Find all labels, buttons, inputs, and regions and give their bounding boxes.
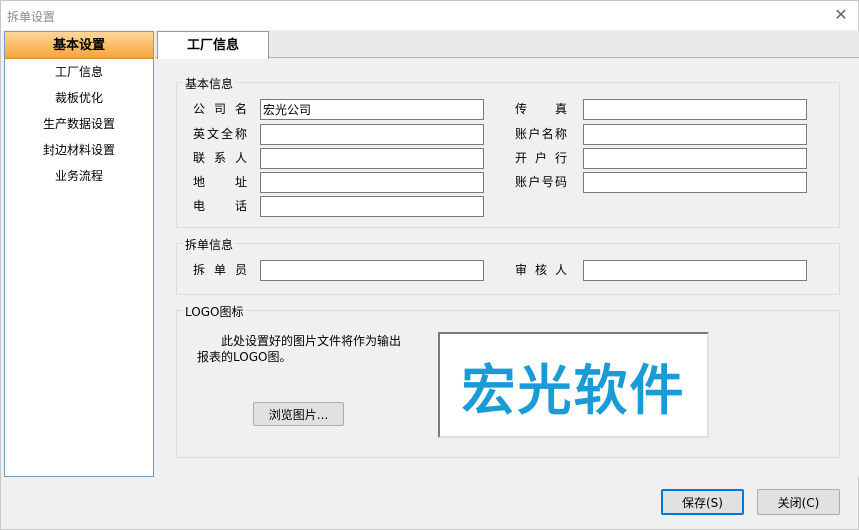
window-title: 拆单设置 [7,10,56,24]
basic-info-title: 基本信息 [183,75,236,92]
splitter-field[interactable] [260,260,484,281]
sidebar-item-cutting-optimization[interactable]: 裁板优化 [5,85,153,111]
sidebar-item-factory-info[interactable]: 工厂信息 [5,59,153,85]
bank-label: 开户行 [515,151,567,165]
account-number-label: 账户号码 [515,175,567,189]
settings-window: 拆单设置 ✕ 基本设置 工厂信息 裁板优化 生产数据设置 封边材料设置 业务流程… [0,0,859,530]
sidebar-item-edge-banding[interactable]: 封边材料设置 [5,137,153,163]
english-name-field[interactable] [260,124,484,145]
title-bar: 拆单设置 ✕ [1,1,858,30]
phone-field[interactable] [260,196,484,217]
contact-field[interactable] [260,148,484,169]
phone-label: 电话 [193,199,247,213]
account-name-field[interactable] [583,124,807,145]
logo-preview: 宏光软件 [438,332,709,438]
logo-group: LOGO图标 此处设置好的图片文件将作为输出报表的LOGO图。 浏览图片... … [176,303,840,458]
tab-panel: 基本信息 公司名 传真 英文全称 账户名称 联系人 开户行 地址 账户号码 电话 [155,59,859,477]
company-name-field[interactable] [260,99,484,120]
split-info-title: 拆单信息 [183,236,236,253]
sidebar: 基本设置 工厂信息 裁板优化 生产数据设置 封边材料设置 业务流程 [4,31,154,477]
logo-group-title: LOGO图标 [183,303,246,320]
bank-field[interactable] [583,148,807,169]
browse-image-button[interactable]: 浏览图片... [253,402,344,426]
fax-label: 传真 [515,102,567,116]
account-name-label: 账户名称 [515,127,567,141]
address-label: 地址 [193,175,247,189]
reviewer-label: 审核人 [515,263,567,277]
basic-info-group: 基本信息 公司名 传真 英文全称 账户名称 联系人 开户行 地址 账户号码 电话 [176,75,840,228]
sidebar-header[interactable]: 基本设置 [5,32,153,59]
fax-field[interactable] [583,99,807,120]
sidebar-item-production-data[interactable]: 生产数据设置 [5,111,153,137]
account-number-field[interactable] [583,172,807,193]
company-name-label: 公司名 [193,102,247,116]
logo-image-text: 宏光软件 [461,358,686,422]
contact-label: 联系人 [193,151,247,165]
tab-bar: 工厂信息 [155,31,859,59]
split-info-group: 拆单信息 拆单员 审核人 [176,236,840,295]
content-area: 工厂信息 基本信息 公司名 传真 英文全称 账户名称 联系人 开户行 地址 [155,31,859,477]
save-button[interactable]: 保存(S) [661,489,744,515]
reviewer-field[interactable] [583,260,807,281]
logo-description: 此处设置好的图片文件将作为输出报表的LOGO图。 [197,334,402,364]
sidebar-item-workflow[interactable]: 业务流程 [5,163,153,189]
address-field[interactable] [260,172,484,193]
tab-factory-info[interactable]: 工厂信息 [157,31,269,59]
english-name-label: 英文全称 [193,127,247,141]
splitter-label: 拆单员 [193,263,247,277]
close-button[interactable]: 关闭(C) [757,489,840,515]
close-icon[interactable]: ✕ [832,6,850,24]
